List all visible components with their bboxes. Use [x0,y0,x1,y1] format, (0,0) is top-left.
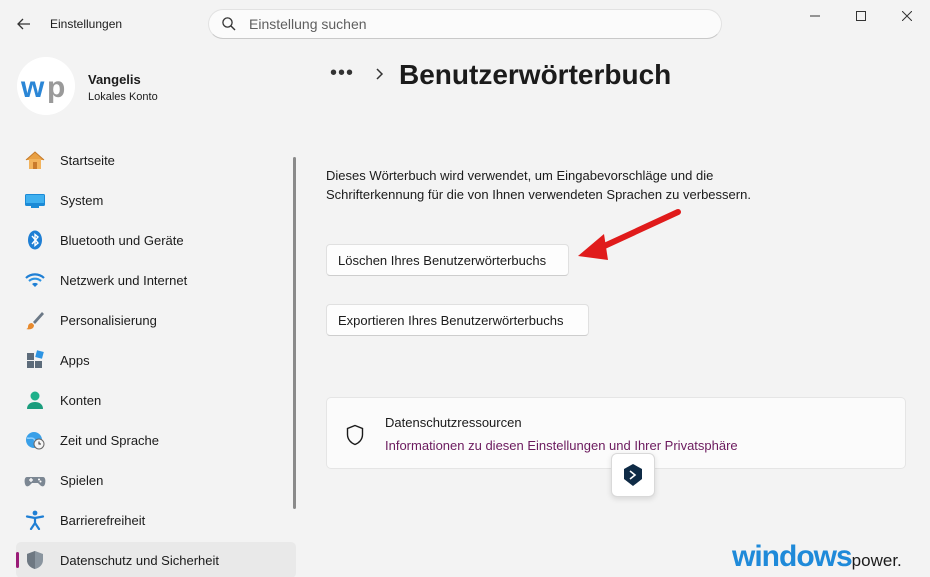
sidebar-item-label: Personalisierung [60,313,157,328]
svg-text:p: p [47,71,65,104]
sidebar-item-spielen[interactable]: Spielen [16,462,296,498]
wp-logo-icon: w p [17,57,75,115]
bluetooth-icon [28,230,42,250]
minimize-button[interactable] [792,0,838,32]
avatar[interactable]: w p [17,57,75,115]
app-title: Einstellungen [50,17,123,31]
minimize-icon [810,15,820,17]
sidebar-item-label: Startseite [60,153,115,168]
maximize-icon [856,11,866,21]
sidebar-item-label: Spielen [60,473,104,488]
dictionary-description: Dieses Wörterbuch wird verwendet, um Ein… [326,168,751,202]
gamepad-icon [24,477,46,487]
sidebar-item-konten[interactable]: Konten [16,382,296,418]
user-name: Vangelis [88,72,141,87]
sidebar-item-datenschutz[interactable]: Datenschutz und Sicherheit [16,542,296,577]
shield-outline-icon [346,424,364,446]
accessibility-icon [25,510,45,530]
sidebar-item-bluetooth[interactable]: Bluetooth und Geräte [16,222,296,258]
title-bar: Einstellungen [0,0,930,48]
wifi-icon [25,273,45,287]
shield-icon [27,551,43,569]
clear-dictionary-button[interactable]: Löschen Ihres Benutzerwörterbuchs [326,244,569,276]
arrow-left-icon [17,18,30,30]
sidebar-nav: Startseite System Bluetooth und Geräte N… [16,142,296,577]
sidebar-item-zeit-sprache[interactable]: Zeit und Sprache [16,422,296,458]
sidebar-item-label: Datenschutz und Sicherheit [60,553,219,568]
globe-clock-icon [26,432,45,450]
search-box[interactable] [208,9,722,39]
privacy-resources-title: Datenschutzressourcen [385,415,522,430]
annotation-arrow-icon [578,209,681,260]
system-icon [25,194,45,208]
close-button[interactable] [884,0,930,32]
sidebar-item-startseite[interactable]: Startseite [16,142,296,178]
sidebar-item-label: Konten [60,393,102,408]
sidebar-item-label: Netzwerk und Internet [60,273,188,288]
sidebar-scrollbar[interactable] [293,157,296,509]
export-dictionary-button[interactable]: Exportieren Ihres Benutzerwörterbuchs [326,304,589,336]
home-icon [25,151,45,169]
sidebar-item-apps[interactable]: Apps [16,342,296,378]
page-title: Benutzerwörterbuch [399,59,672,90]
sidebar-item-label: System [60,193,104,208]
search-input[interactable] [249,15,709,33]
breadcrumb-overflow-button[interactable]: ••• [330,62,354,85]
sidebar-item-barrierefreiheit[interactable]: Barrierefreiheit [16,502,296,538]
maximize-button[interactable] [838,0,884,32]
account-type: Lokales Konto [88,91,158,103]
chevron-right-icon [376,68,384,80]
person-icon [27,391,43,409]
svg-text:w: w [20,71,45,104]
sidebar-item-label: Apps [60,353,90,368]
sidebar-item-personalisierung[interactable]: Personalisierung [16,302,296,338]
sidebar-item-netzwerk[interactable]: Netzwerk und Internet [16,262,296,298]
apps-icon [27,350,44,368]
sidebar-item-label: Bluetooth und Geräte [60,233,184,248]
back-button[interactable] [12,10,36,38]
brush-icon [26,312,44,330]
sidebar-item-label: Barrierefreiheit [60,513,146,528]
search-icon [222,17,236,31]
watermark-logo: windowspower. [732,540,902,573]
close-icon [902,11,912,21]
sidebar-item-system[interactable]: System [16,182,296,218]
deepl-logo-icon [624,464,642,486]
floating-assistant-button[interactable] [611,453,655,497]
privacy-info-link[interactable]: Informationen zu diesen Einstellungen un… [385,438,738,453]
sidebar-item-label: Zeit und Sprache [60,433,160,448]
